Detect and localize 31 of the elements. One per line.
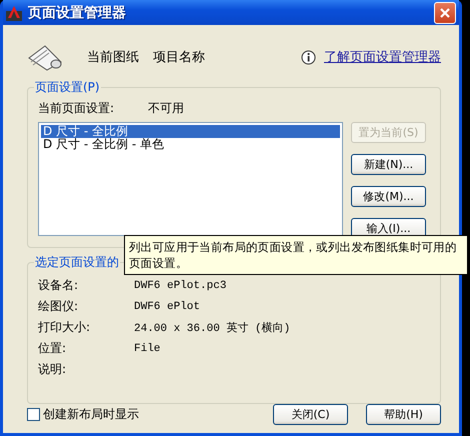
detail-value: File bbox=[134, 342, 160, 354]
setup-button[interactable]: 新建(N)... bbox=[351, 154, 426, 175]
dialog-button[interactable]: 帮助(H) bbox=[366, 404, 441, 425]
current-setup-value: 不可用 bbox=[148, 100, 184, 116]
list-item[interactable]: D 尺寸 - 全比例 bbox=[41, 125, 340, 138]
close-button[interactable] bbox=[434, 2, 456, 24]
close-icon bbox=[439, 6, 451, 18]
detail-label: 打印大小: bbox=[38, 319, 92, 336]
window-title: 页面设置管理器 bbox=[28, 4, 127, 22]
page-setup-list[interactable]: D 尺寸 - 全比例 D 尺寸 - 全比例 - 单色 bbox=[38, 122, 343, 236]
detail-label: 绘图仪: bbox=[38, 298, 80, 315]
detail-label: 说明: bbox=[38, 361, 68, 378]
setup-button[interactable]: 修改(M)... bbox=[351, 186, 426, 207]
detail-value: DWF6 ePlot.pc3 bbox=[134, 280, 226, 292]
info-icon bbox=[301, 50, 316, 64]
help-link[interactable]: 了解页面设置管理器 bbox=[324, 48, 441, 66]
dialog-button[interactable]: 关闭(C) bbox=[273, 404, 348, 425]
detail-value: 24.00 x 36.00 英寸 (横向) bbox=[134, 321, 290, 335]
group-legend: 选定页面设置的 bbox=[34, 254, 120, 271]
drawing-name: 项目名称 bbox=[153, 49, 206, 66]
checkbox[interactable] bbox=[27, 408, 40, 421]
detail-label: 位置: bbox=[38, 340, 68, 357]
tooltip: 列出可应用于当前布局的页面设置，或列出发布图纸集时可用的页面设置。 bbox=[124, 235, 468, 275]
detail-label: 设备名: bbox=[38, 277, 80, 294]
group-legend: 页面设置(P) bbox=[34, 79, 101, 96]
checkbox-label: 创建新布局时显示 bbox=[43, 406, 140, 423]
current-setup-label: 当前页面设置: bbox=[38, 100, 116, 116]
drawing-label: 当前图纸 bbox=[87, 49, 139, 66]
list-item[interactable]: D 尺寸 - 全比例 - 单色 bbox=[41, 138, 340, 151]
app-icon bbox=[6, 4, 22, 20]
detail-value: DWF6 ePlot bbox=[134, 300, 200, 312]
